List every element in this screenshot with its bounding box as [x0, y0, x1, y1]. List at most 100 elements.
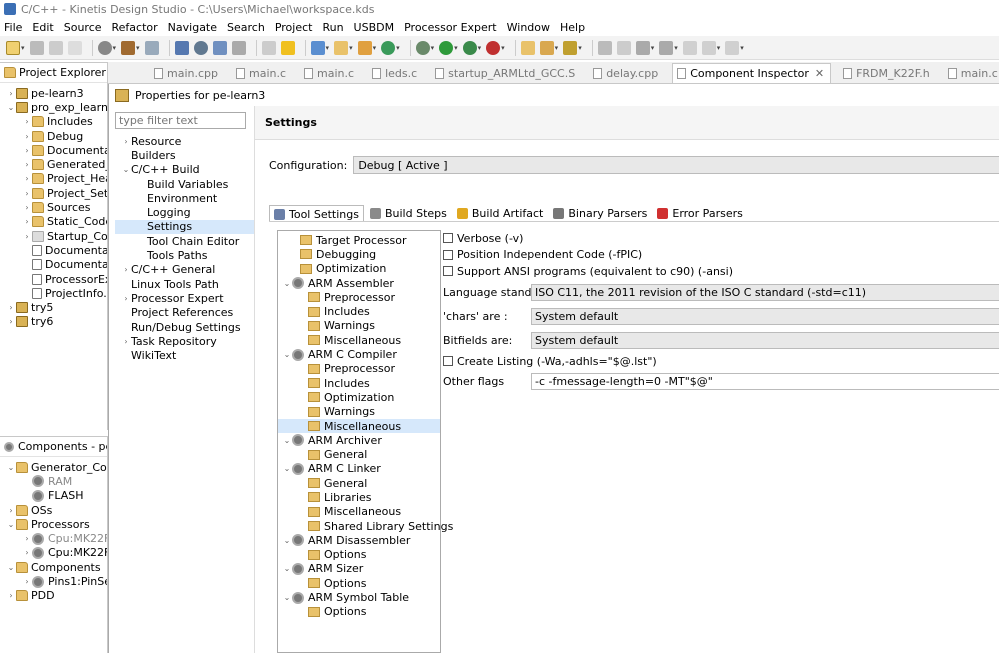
component-item[interactable]: ⌄ Components [0, 560, 107, 574]
gear-icon[interactable] [193, 40, 208, 55]
new-file-icon[interactable] [357, 40, 372, 55]
bug-icon[interactable] [415, 40, 430, 55]
editor-tab[interactable]: leds.c [368, 63, 423, 83]
components-title[interactable]: Components - pe-learn3 [18, 440, 107, 453]
component-item[interactable]: ⌄ Generator_Configurations [0, 460, 107, 474]
menu-file[interactable]: File [4, 21, 22, 34]
chevron-right-icon[interactable]: › [22, 146, 32, 155]
component-item[interactable]: › Cpu:MK22FN512VDC12 [0, 531, 107, 545]
new-icon[interactable] [6, 40, 20, 55]
terminal-icon[interactable] [231, 40, 246, 55]
tree-item[interactable]: › Project_Headers [0, 172, 107, 186]
tool-tree-item[interactable]: Miscellaneous [278, 418, 440, 434]
chevron-down-icon[interactable]: ⌄ [282, 436, 292, 445]
filter-input[interactable] [115, 112, 246, 129]
tree-item[interactable]: ⌄ pro_exp_learn1 [0, 100, 107, 114]
nav-item[interactable]: Project References [115, 306, 255, 320]
chevron-down-icon[interactable]: ⌄ [282, 350, 292, 359]
nav-item[interactable]: › Resource [115, 134, 255, 148]
tool-tree-item[interactable]: General [278, 476, 440, 490]
tool-tree-item[interactable]: ⌄ ARM Symbol Table [278, 590, 440, 604]
verbose-checkbox[interactable] [443, 233, 453, 243]
tree-item[interactable]: › try5 [0, 300, 107, 314]
tree-item[interactable]: › Generated_Code [0, 157, 107, 171]
component-item[interactable]: ⌄ Processors [0, 517, 107, 531]
tree-item[interactable]: › Project_Settings [0, 186, 107, 200]
chevron-right-icon[interactable]: › [6, 506, 16, 515]
tree-item[interactable]: ProcessorExpert.pe [0, 272, 107, 286]
menu-source[interactable]: Source [64, 21, 102, 34]
chevron-down-icon[interactable]: ⌄ [282, 279, 292, 288]
back-icon[interactable] [701, 40, 716, 55]
tool-tree-item[interactable]: Options [278, 605, 440, 619]
menu-processor-expert[interactable]: Processor Expert [404, 21, 497, 34]
nav-divider[interactable] [254, 106, 255, 653]
component-item[interactable]: › OSs [0, 503, 107, 517]
tool-tree-item[interactable]: Includes [278, 304, 440, 318]
menu-refactor[interactable]: Refactor [112, 21, 158, 34]
tab-tool-settings[interactable]: Tool Settings [269, 205, 364, 222]
stop-icon[interactable] [486, 40, 501, 55]
open-resource-icon[interactable] [539, 40, 554, 55]
tree-item[interactable]: › try6 [0, 315, 107, 329]
tool-tree-item[interactable]: Options [278, 548, 440, 562]
chevron-right-icon[interactable]: › [121, 294, 131, 303]
project-explorer-title[interactable]: Project Explorer [19, 66, 106, 79]
tool-tree-item[interactable]: Includes [278, 376, 440, 390]
flash-icon[interactable] [280, 40, 295, 55]
nav-item[interactable]: Logging [115, 205, 255, 219]
save-all-icon[interactable] [48, 40, 63, 55]
nav-item[interactable]: Linux Tools Path [115, 277, 255, 291]
chevron-right-icon[interactable]: › [22, 534, 32, 543]
listing-checkbox[interactable] [443, 356, 453, 366]
editor-tab[interactable]: main.cpp [150, 63, 224, 83]
chevron-down-icon[interactable]: ⌄ [282, 564, 292, 573]
editor-tab[interactable]: main.c [944, 63, 999, 83]
editor-tab[interactable]: Component Inspector ✕ [672, 63, 832, 83]
chevron-right-icon[interactable]: › [22, 174, 32, 183]
menu-edit[interactable]: Edit [32, 21, 53, 34]
chevron-right-icon[interactable]: › [6, 591, 16, 600]
chevron-down-icon[interactable]: ⌄ [282, 593, 292, 602]
editor-tab[interactable]: main.c [300, 63, 360, 83]
tool-tree-item[interactable]: Options [278, 576, 440, 590]
tree-item[interactable]: › Static_Code [0, 215, 107, 229]
editor-tab[interactable]: main.c [232, 63, 292, 83]
tool-tree-item[interactable]: Preprocessor [278, 362, 440, 376]
menu-window[interactable]: Window [507, 21, 550, 34]
processor-icon[interactable] [212, 40, 227, 55]
bitfields-select[interactable]: System default [531, 331, 999, 349]
chevron-down-icon[interactable]: ⌄ [6, 520, 16, 529]
nav-item[interactable]: Settings [115, 219, 255, 235]
chevron-right-icon[interactable]: › [22, 203, 32, 212]
chevron-down-icon[interactable]: ⌄ [121, 165, 131, 174]
chevron-right-icon[interactable]: › [121, 137, 131, 146]
run-icon[interactable] [439, 40, 454, 55]
annotation-next-icon[interactable] [635, 40, 650, 55]
nav-item[interactable]: Build Variables [115, 177, 255, 191]
tool-tree-item[interactable]: Warnings [278, 319, 440, 333]
tab-binary-parsers[interactable]: Binary Parsers [549, 205, 651, 222]
chevron-right-icon[interactable]: › [6, 317, 16, 326]
chevron-right-icon[interactable]: › [121, 265, 131, 274]
tab-build-artifact[interactable]: Build Artifact [453, 205, 548, 222]
toggle-icon[interactable] [261, 40, 276, 55]
tool-tree-item[interactable]: Libraries [278, 490, 440, 504]
tool-tree-item[interactable]: ⌄ ARM Archiver [278, 433, 440, 447]
nav-item[interactable]: Environment [115, 191, 255, 205]
chevron-right-icon[interactable]: › [6, 303, 16, 312]
component-item[interactable]: › Pins1:PinSettings [0, 574, 107, 588]
build-settings-icon[interactable] [97, 40, 112, 55]
tree-item[interactable]: › Includes [0, 115, 107, 129]
pic-checkbox[interactable] [443, 249, 453, 260]
tool-tree-item[interactable]: Debugging [278, 247, 440, 261]
close-icon[interactable]: ✕ [815, 67, 824, 80]
menu-navigate[interactable]: Navigate [168, 21, 217, 34]
configuration-select[interactable]: Debug [ Active ] [353, 156, 999, 174]
nav-item[interactable]: Tool Chain Editor [115, 234, 255, 248]
chevron-right-icon[interactable]: › [22, 189, 32, 198]
tool-tree-item[interactable]: Miscellaneous [278, 333, 440, 347]
chevron-down-icon[interactable]: ⌄ [6, 103, 16, 112]
open-type-icon[interactable] [520, 40, 535, 55]
tree-item[interactable]: › Documentation [0, 143, 107, 157]
